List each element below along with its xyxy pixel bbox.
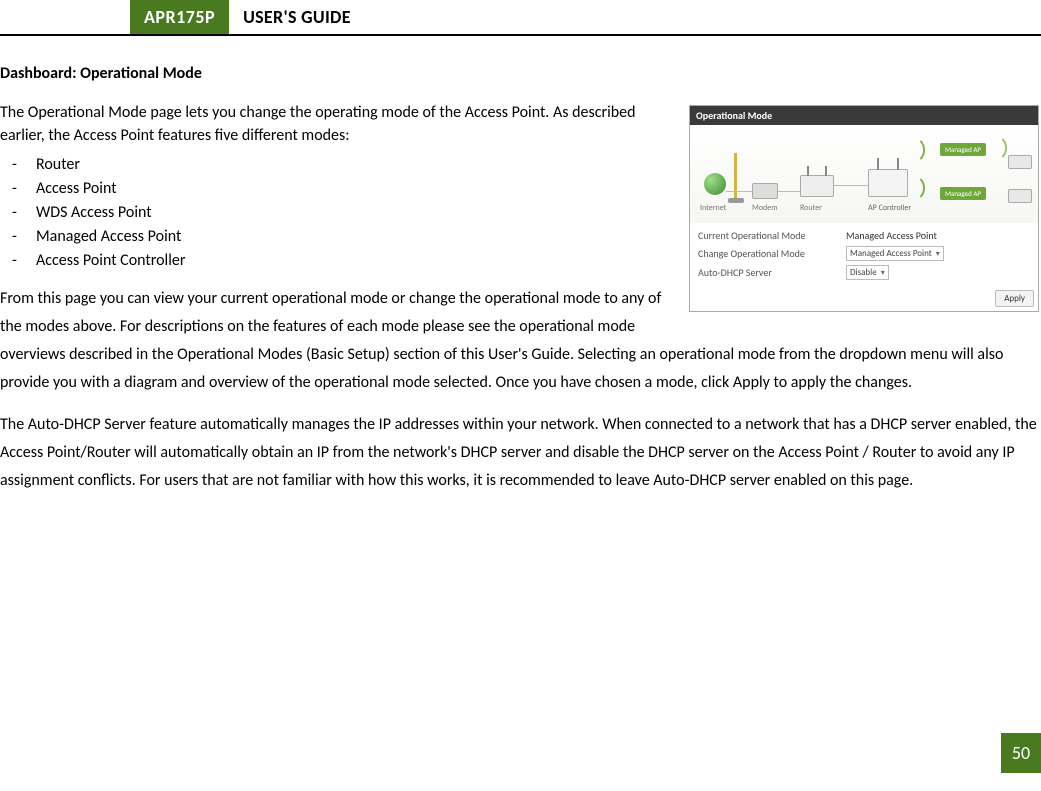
list-item: Access Point	[36, 177, 1041, 201]
section-title: Dashboard: Operational Mode	[0, 64, 1041, 83]
page-number: 50	[1001, 733, 1041, 773]
list-item: Managed Access Point	[36, 225, 1041, 249]
figure-apply-row: Apply	[690, 288, 1038, 311]
figure-header: Operational Mode	[690, 106, 1038, 125]
list-item: Access Point Controller	[36, 249, 1041, 273]
paragraph-2: The Auto-DHCP Server feature automatical…	[0, 411, 1041, 495]
list-item: WDS Access Point	[36, 201, 1041, 225]
modes-list: Router Access Point WDS Access Point Man…	[0, 153, 1041, 273]
list-item: Router	[36, 153, 1041, 177]
apply-button[interactable]: Apply	[995, 290, 1034, 307]
product-badge: APR175P	[130, 0, 229, 34]
doc-title: USER'S GUIDE	[229, 0, 365, 34]
doc-header: APR175P USER'S GUIDE	[0, 0, 1041, 36]
